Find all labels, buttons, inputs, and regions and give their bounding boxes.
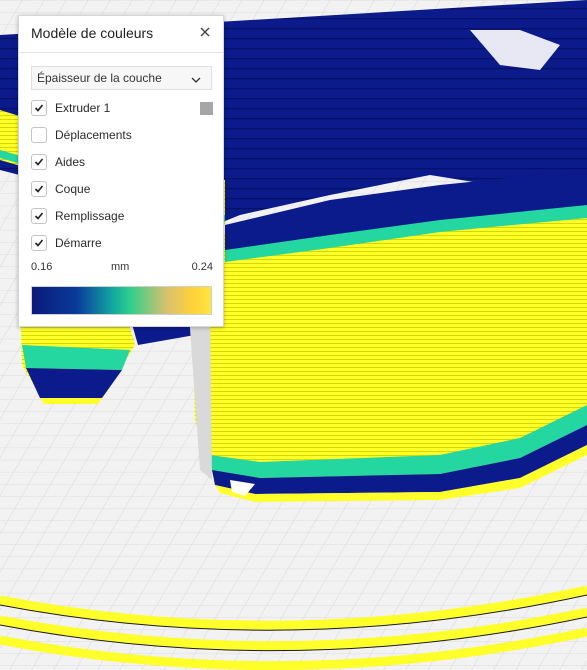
- demarre-checkbox[interactable]: [31, 235, 47, 251]
- close-icon[interactable]: [197, 24, 213, 40]
- scale-max-value: 0.24: [191, 261, 213, 273]
- checkmark-icon: [34, 104, 44, 112]
- deplacements-checkbox[interactable]: [31, 127, 47, 143]
- layer-thickness-gradient: [31, 286, 212, 315]
- chevron-down-icon: [190, 73, 202, 85]
- panel-title: Modèle de couleurs: [31, 25, 154, 41]
- option-label: Démarre: [55, 236, 102, 250]
- remplissage-checkbox[interactable]: [31, 208, 47, 224]
- extruder-1-checkbox[interactable]: [31, 100, 47, 116]
- option-label: Remplissage: [55, 209, 125, 223]
- checkmark-icon: [34, 158, 44, 166]
- scale-min-value: 0.16: [31, 261, 53, 273]
- option-label: Extruder 1: [55, 101, 111, 115]
- dropdown-selected-value: Épaisseur de la couche: [37, 71, 162, 85]
- option-deplacements[interactable]: Déplacements: [31, 127, 213, 145]
- option-coque[interactable]: Coque: [31, 181, 213, 199]
- option-label: Aides: [55, 155, 86, 169]
- color-scheme-panel: Modèle de couleurs Épaisseur de la couch…: [18, 15, 224, 327]
- checkmark-icon: [34, 185, 44, 193]
- aides-checkbox[interactable]: [31, 154, 47, 170]
- option-extruder-1[interactable]: Extruder 1: [31, 100, 213, 118]
- option-label: Déplacements: [55, 128, 132, 142]
- model-left-leg-bottom: [40, 398, 102, 404]
- option-demarre[interactable]: Démarre: [31, 235, 213, 253]
- option-aides[interactable]: Aides: [31, 154, 213, 172]
- option-remplissage[interactable]: Remplissage: [31, 208, 213, 226]
- coque-checkbox[interactable]: [31, 181, 47, 197]
- checkmark-icon: [34, 239, 44, 247]
- scale-labels: 0.16 mm 0.24: [31, 261, 213, 277]
- extruder-color-swatch: [200, 102, 213, 115]
- option-label: Coque: [55, 182, 91, 196]
- color-scheme-dropdown[interactable]: Épaisseur de la couche: [31, 66, 212, 90]
- scale-unit: mm: [111, 261, 130, 273]
- checkmark-icon: [34, 212, 44, 220]
- panel-header: Modèle de couleurs: [19, 16, 223, 53]
